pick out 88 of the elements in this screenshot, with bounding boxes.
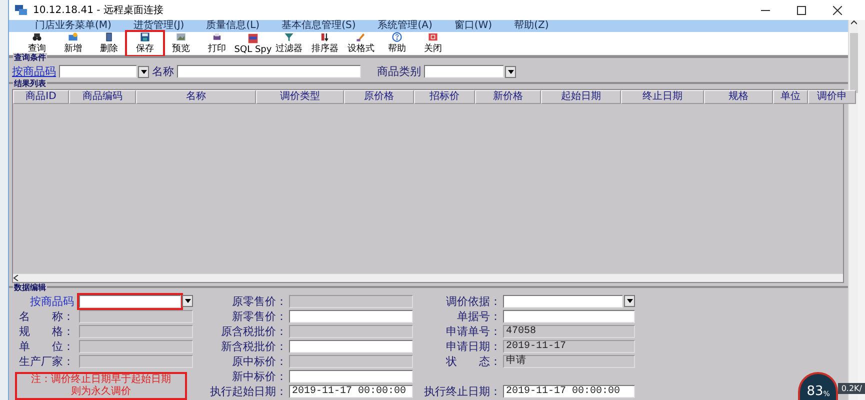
- toolbar-button[interactable]: 过滤器: [271, 32, 307, 55]
- menu-item[interactable]: 进货管理(J): [133, 20, 184, 32]
- input-field[interactable]: [289, 310, 413, 322]
- field-label: 单 位：: [18, 338, 74, 354]
- caret-icon: [626, 299, 632, 303]
- note-text: 则为永久调价: [71, 386, 131, 398]
- field-label: 原含税批价：: [221, 324, 287, 338]
- field-label: 状 态：: [446, 354, 501, 368]
- toolbar-button[interactable]: 新增: [55, 32, 91, 55]
- toolbar-button[interactable]: 关闭: [415, 32, 451, 55]
- product-code-link[interactable]: 按商品码: [12, 64, 56, 79]
- caret-icon: [184, 299, 190, 303]
- input-field[interactable]: 2019-11-17 00:00:00: [289, 384, 413, 398]
- field-label: 新零售价：: [232, 308, 287, 324]
- menu-item[interactable]: 质量信息(L): [206, 20, 260, 32]
- scrollbar-thumb[interactable]: [850, 33, 858, 93]
- menu-item[interactable]: 帮助(Z): [514, 20, 549, 32]
- combo-field[interactable]: [79, 294, 181, 308]
- field-label: 申请单号：: [446, 324, 501, 338]
- field-label: 调价依据：: [446, 294, 501, 308]
- window-title: 10.12.18.41 - 远程桌面连接: [33, 4, 164, 17]
- toolbar-button[interactable]: 预览: [163, 32, 199, 55]
- binoculars-icon: [30, 32, 44, 42]
- column-header[interactable]: 调价类型: [256, 90, 344, 104]
- caret-icon: [508, 70, 514, 74]
- note-text: 注：调价终止日期早于起始日期: [31, 374, 171, 386]
- caret-icon: [140, 70, 146, 74]
- horizontal-scrollbar[interactable]: [13, 273, 843, 282]
- column-header[interactable]: 终止日期: [621, 90, 704, 104]
- name-field[interactable]: [177, 65, 361, 78]
- folder-icon: [66, 32, 80, 42]
- input-field[interactable]: [289, 340, 413, 352]
- toolbar-button[interactable]: 排序器: [307, 32, 343, 55]
- field-label: 新含税批价：: [221, 338, 287, 354]
- menu-item[interactable]: 基本信息管理(S): [282, 20, 356, 32]
- usage-percent: 83: [806, 385, 824, 399]
- toolbar-button[interactable]: 查询: [19, 32, 55, 55]
- input-field[interactable]: 2019-11-17 00:00:00: [503, 384, 635, 398]
- field-label: 规 格：: [18, 324, 74, 338]
- toolbar-button[interactable]: 帮助: [379, 32, 415, 55]
- toolbar-button[interactable]: 打印: [199, 32, 235, 55]
- dropdown-button[interactable]: [624, 295, 635, 307]
- toolbar-button[interactable]: 保存: [127, 32, 163, 55]
- maximize-icon: [796, 6, 806, 14]
- dropdown-button[interactable]: [138, 66, 149, 78]
- group-title: 结果列表: [13, 79, 47, 88]
- field-label: 原零售价：: [232, 294, 287, 308]
- close-icon: [832, 6, 842, 14]
- scroll-up-icon: [850, 20, 856, 25]
- field-label: 生产厂家：: [18, 354, 74, 368]
- code-field[interactable]: [59, 65, 137, 78]
- help-icon: [390, 32, 404, 42]
- column-header[interactable]: 单位: [773, 90, 808, 104]
- combo-field[interactable]: [503, 294, 623, 308]
- field-label: 原中标价：: [232, 354, 287, 368]
- input-field[interactable]: [289, 370, 413, 382]
- column-header[interactable]: 原价格: [344, 90, 414, 104]
- column-header[interactable]: 调价申: [808, 90, 856, 104]
- field-label: 名称: [152, 64, 174, 79]
- dropdown-button[interactable]: [182, 295, 193, 307]
- column-header[interactable]: 起始日期: [541, 90, 621, 104]
- group-title: 数据编辑: [13, 283, 47, 292]
- column-header[interactable]: 商品编码: [69, 90, 136, 104]
- column-header[interactable]: 商品ID: [13, 90, 69, 104]
- column-header[interactable]: 规格: [704, 90, 773, 104]
- column-header[interactable]: 招标价: [414, 90, 475, 104]
- group-title: 查询条件: [13, 53, 47, 62]
- image-icon: [174, 32, 188, 42]
- field-label: 单据号：: [457, 308, 501, 324]
- field-label: 执行终止日期：: [424, 384, 501, 398]
- toolbar-button[interactable]: 设格式: [343, 32, 379, 55]
- field-label: 商品类别: [377, 64, 421, 79]
- column-header[interactable]: 名称: [136, 90, 256, 104]
- network-speed: 0.2K/: [838, 383, 865, 394]
- scroll-left-icon: [13, 275, 19, 281]
- toolbar-button[interactable]: SQL Spy: [235, 32, 271, 55]
- field-label: 按商品码: [29, 294, 74, 308]
- field-label: 新中标价：: [232, 368, 287, 384]
- database-icon: [246, 32, 260, 45]
- remote-desktop-icon: [15, 4, 27, 16]
- category-field[interactable]: [424, 65, 504, 78]
- field-label: 名 称：: [18, 308, 74, 324]
- field-label: 执行起始日期：: [210, 384, 287, 398]
- input-field[interactable]: [503, 310, 635, 322]
- field-label: 申请日期：: [446, 338, 501, 354]
- dropdown-button[interactable]: [505, 66, 516, 78]
- column-header[interactable]: 新价格: [475, 90, 541, 104]
- toolbar-button[interactable]: 删除: [91, 32, 127, 55]
